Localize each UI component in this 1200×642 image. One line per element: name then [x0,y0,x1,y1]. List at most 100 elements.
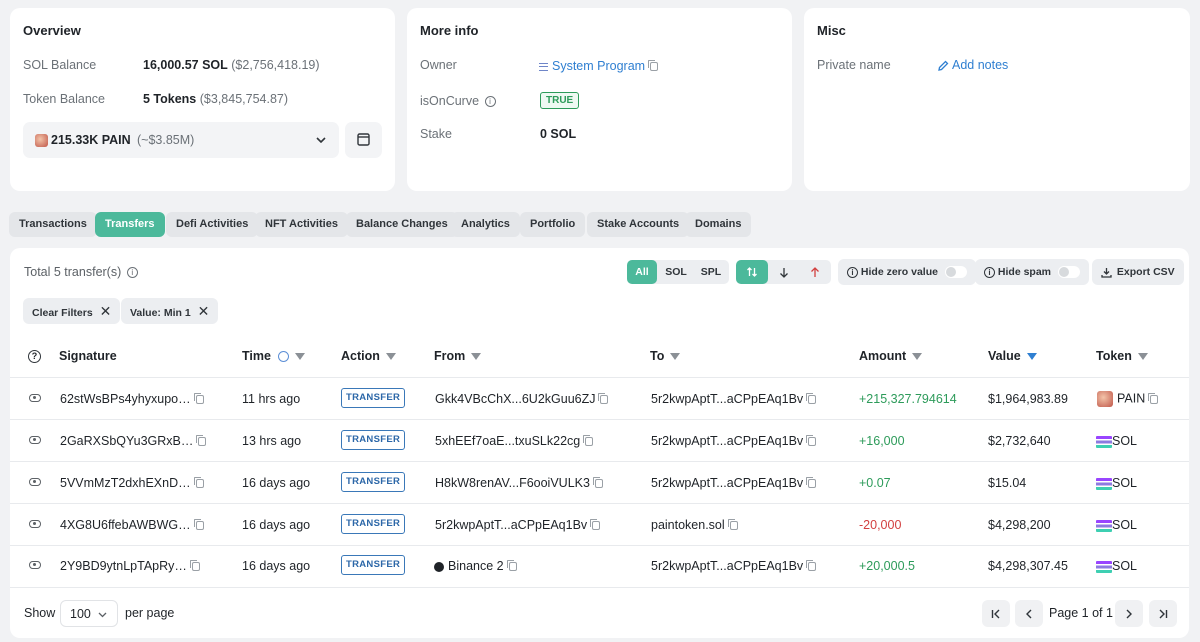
to-address[interactable]: 5r2kwpAptT...aCPpEAq1Bv [651,476,817,490]
tab-defi-activities[interactable]: Defi Activities [166,212,259,237]
to-address[interactable]: 5r2kwpAptT...aCPpEAq1Bv [651,559,817,573]
filter-icon[interactable] [1137,353,1148,361]
from-text[interactable]: Binance 2 [448,559,504,573]
signature-link[interactable]: 62stWsBPs4yhyxupo… [60,392,204,406]
signature-link[interactable]: 4XG8U6ffebAWBWG… [60,518,204,532]
from-address[interactable]: H8kW8renAV...F6ooiVULK3 [435,476,603,490]
copy-icon[interactable] [727,519,738,531]
token-cell[interactable]: PAIN [1097,391,1159,407]
to-text[interactable]: 5r2kwpAptT...aCPpEAq1Bv [651,476,803,490]
copy-icon[interactable] [592,477,603,489]
value-filter-chip[interactable]: Value: Min 1 ✕ [121,298,219,324]
filter-icon[interactable] [295,353,306,361]
copy-icon[interactable] [193,519,204,531]
hide-zero-switch[interactable] [944,266,967,279]
tab-balance-changes[interactable]: Balance Changes [346,212,458,237]
owner-link[interactable]: System Program [552,59,645,73]
token-cell[interactable]: SOL [1096,559,1137,573]
header-token[interactable]: Token [1096,349,1148,363]
direction-out[interactable] [800,260,830,284]
token-cell[interactable]: SOL [1096,476,1137,490]
copy-icon[interactable] [1148,392,1159,404]
copy-icon[interactable] [648,60,659,72]
filter-icon[interactable] [471,353,482,361]
token-text[interactable]: SOL [1112,434,1137,448]
hide-spam-switch[interactable] [1057,266,1080,279]
direction-both[interactable] [736,260,768,284]
info-icon[interactable]: i [126,267,138,279]
token-select[interactable]: 215.33K PAIN (~$3.85M) [23,122,339,158]
signature-text[interactable]: 4XG8U6ffebAWBWG… [60,518,191,532]
copy-icon[interactable] [806,435,817,447]
direction-in[interactable] [769,260,799,284]
from-address[interactable]: 5r2kwpAptT...aCPpEAq1Bv [435,518,601,532]
to-text[interactable]: 5r2kwpAptT...aCPpEAq1Bv [651,392,803,406]
signature-link[interactable]: 2GaRXSbQYu3GRxB… [60,434,207,448]
next-page-button[interactable] [1115,600,1143,627]
token-cell[interactable]: SOL [1096,434,1137,448]
to-text[interactable]: paintoken.sol [651,518,725,532]
header-time[interactable]: Time [242,349,306,363]
token-text[interactable]: SOL [1112,559,1137,573]
to-text[interactable]: 5r2kwpAptT...aCPpEAq1Bv [651,434,803,448]
copy-icon[interactable] [193,393,204,405]
owner-value[interactable]: System Program [539,59,659,73]
filter-icon-active[interactable] [1026,353,1037,361]
header-action[interactable]: Action [341,349,396,363]
tab-transactions[interactable]: Transactions [9,212,97,237]
copy-icon[interactable] [806,560,817,572]
filter-icon[interactable] [670,353,681,361]
view-icon[interactable] [29,436,41,444]
header-to[interactable]: To [650,349,681,363]
tab-stake-accounts[interactable]: Stake Accounts [587,212,690,237]
prev-page-button[interactable] [1015,600,1043,627]
tab-transfers[interactable]: Transfers [95,212,165,237]
filter-icon[interactable] [385,353,396,361]
filter-all[interactable]: All [627,260,657,284]
tab-nft-activities[interactable]: NFT Activities [255,212,348,237]
filter-sol[interactable]: SOL [659,260,693,284]
token-text[interactable]: PAIN [1117,391,1145,405]
to-text[interactable]: 5r2kwpAptT...aCPpEAq1Bv [651,559,803,573]
header-from[interactable]: From [434,349,482,363]
tab-analytics[interactable]: Analytics [451,212,520,237]
from-address[interactable]: 5xhEEf7oaE...txuSLk22cg [435,434,594,448]
copy-icon[interactable] [806,393,817,405]
from-address[interactable]: Binance 2 [434,559,517,573]
from-text[interactable]: Gkk4VBcChX...6U2kGuu6ZJ [435,392,595,406]
from-text[interactable]: 5r2kwpAptT...aCPpEAq1Bv [435,518,587,532]
copy-icon[interactable] [196,435,207,447]
export-csv-button[interactable]: Export CSV [1092,259,1184,285]
to-address[interactable]: 5r2kwpAptT...aCPpEAq1Bv [651,392,817,406]
info-icon[interactable]: i [484,96,496,108]
hide-spam-toggle[interactable]: i Hide spam [975,259,1089,285]
from-address[interactable]: Gkk4VBcChX...6U2kGuu6ZJ [435,392,609,406]
copy-icon[interactable] [590,519,601,531]
header-value[interactable]: Value [988,349,1037,363]
hide-zero-toggle[interactable]: i Hide zero value [838,259,976,285]
view-icon[interactable] [29,561,41,569]
copy-icon[interactable] [506,560,517,572]
signature-text[interactable]: 2Y9BD9ytnLpTApRy… [60,559,187,573]
token-text[interactable]: SOL [1112,476,1137,490]
first-page-button[interactable] [982,600,1010,627]
tab-domains[interactable]: Domains [685,212,752,237]
to-address[interactable]: 5r2kwpAptT...aCPpEAq1Bv [651,434,817,448]
token-text[interactable]: SOL [1112,518,1137,532]
filter-spl[interactable]: SPL [694,260,728,284]
copy-icon[interactable] [598,393,609,405]
last-page-button[interactable] [1149,600,1177,627]
tab-portfolio[interactable]: Portfolio [520,212,586,237]
signature-text[interactable]: 5VVmMzT2dxhEXnD… [60,476,191,490]
copy-icon[interactable] [189,560,200,572]
token-portfolio-button[interactable] [345,122,382,158]
clock-icon[interactable] [278,351,290,363]
header-amount[interactable]: Amount [859,349,923,363]
to-address[interactable]: paintoken.sol [651,518,738,532]
from-text[interactable]: 5xhEEf7oaE...txuSLk22cg [435,434,580,448]
add-notes-button[interactable]: Add notes [937,58,1008,72]
from-text[interactable]: H8kW8renAV...F6ooiVULK3 [435,476,590,490]
copy-icon[interactable] [806,477,817,489]
close-icon[interactable]: ✕ [198,303,210,319]
token-cell[interactable]: SOL [1096,518,1137,532]
